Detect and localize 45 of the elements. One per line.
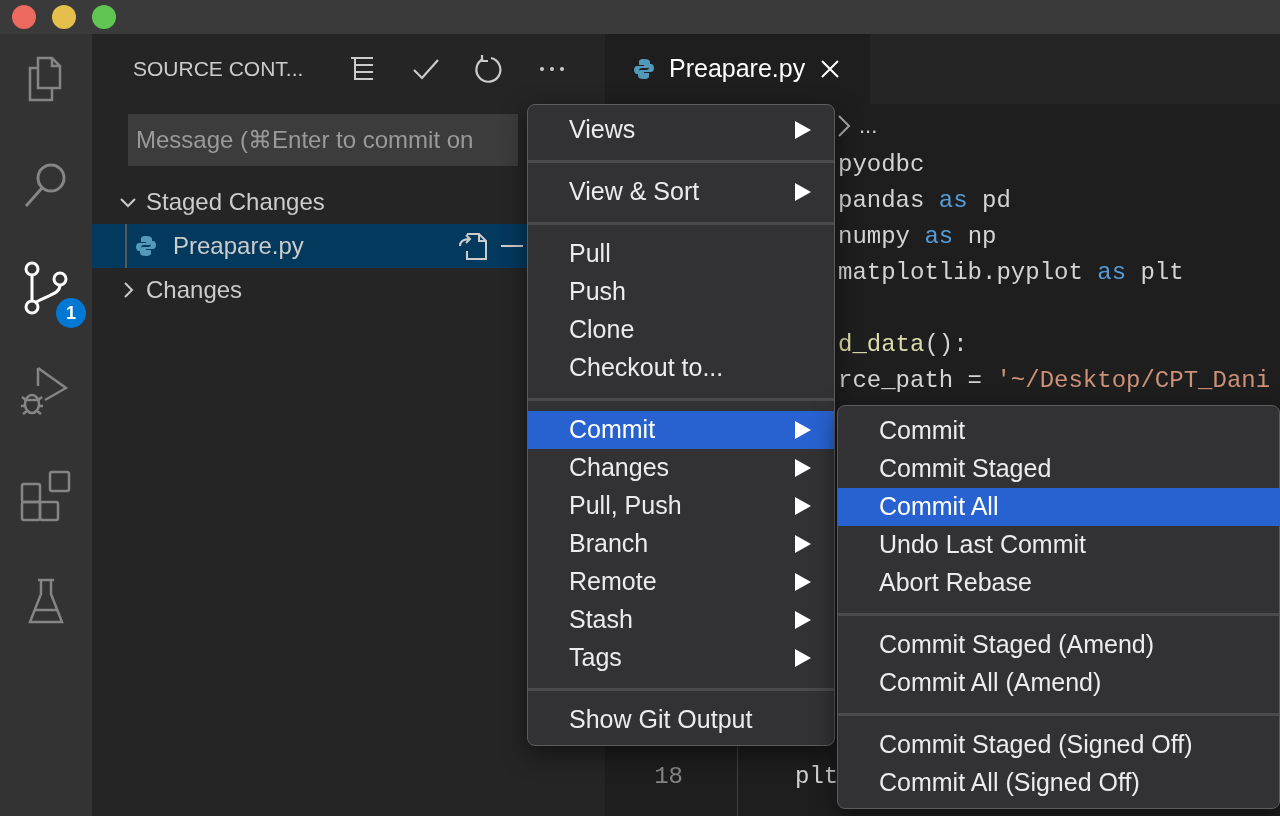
code-line: plt bbox=[795, 762, 839, 792]
code-line: d_data(): bbox=[838, 330, 968, 360]
code-line: matplotlib.pyplot as plt bbox=[838, 258, 1184, 288]
menu-item[interactable]: Pull, Push bbox=[528, 487, 834, 525]
menu-item[interactable]: Checkout to... bbox=[528, 349, 834, 387]
file-name: Preapare.py bbox=[173, 231, 304, 261]
menu-item[interactable]: Commit All bbox=[838, 488, 1279, 526]
refresh-icon[interactable] bbox=[473, 53, 505, 85]
menu-item[interactable]: Stash bbox=[528, 601, 834, 639]
menu-item[interactable]: Commit Staged bbox=[838, 450, 1279, 488]
minimize-window-icon[interactable] bbox=[52, 5, 76, 29]
code-line: rce_path = '~/Desktop/CPT_Dani bbox=[838, 366, 1271, 396]
menu-item[interactable]: Push bbox=[528, 273, 834, 311]
menu-item[interactable]: Remote bbox=[528, 563, 834, 601]
zoom-window-icon[interactable] bbox=[92, 5, 116, 29]
breadcrumb[interactable]: ... bbox=[859, 109, 878, 142]
menu-item[interactable]: Undo Last Commit bbox=[838, 526, 1279, 564]
line-number: 18 bbox=[653, 762, 683, 792]
menu-item[interactable]: Abort Rebase bbox=[838, 564, 1279, 602]
menu-item[interactable]: Commit Staged (Signed Off) bbox=[838, 726, 1279, 764]
menu-item[interactable]: Changes bbox=[528, 449, 834, 487]
menu-item[interactable]: Commit All (Amend) bbox=[838, 664, 1279, 702]
menu-item[interactable]: Clone bbox=[528, 311, 834, 349]
close-icon[interactable] bbox=[819, 58, 842, 80]
code-line: pyodbc bbox=[838, 150, 925, 180]
code-line: numpy as np bbox=[838, 222, 997, 252]
menu-item[interactable]: Show Git Output bbox=[528, 701, 834, 739]
menu-item[interactable]: Tags bbox=[528, 639, 834, 677]
menu-item[interactable]: Commit bbox=[838, 412, 1279, 450]
open-file-icon[interactable] bbox=[457, 230, 489, 262]
menu-item[interactable]: Branch bbox=[528, 525, 834, 563]
message-input-field[interactable]: Message (⌘Enter to commit on bbox=[128, 114, 518, 166]
close-window-icon[interactable] bbox=[12, 5, 36, 29]
panel-title: SOURCE CONT... bbox=[133, 56, 304, 83]
menu-item[interactable]: Commit All (Signed Off) bbox=[838, 764, 1279, 802]
menu-item[interactable]: Views bbox=[528, 111, 834, 149]
menu-item[interactable]: Commit Staged (Amend) bbox=[838, 626, 1279, 664]
breadcrumb-chevron-icon bbox=[837, 113, 851, 138]
editor-tab[interactable]: Preapare.py bbox=[605, 34, 870, 104]
python-file-icon bbox=[633, 58, 655, 80]
count-badge: 1 bbox=[56, 298, 86, 328]
python-file-icon bbox=[135, 235, 157, 257]
code-line: pandas as pd bbox=[838, 186, 1011, 216]
menu-item[interactable]: View & Sort bbox=[528, 173, 834, 211]
menu-item[interactable]: Commit bbox=[528, 411, 834, 449]
